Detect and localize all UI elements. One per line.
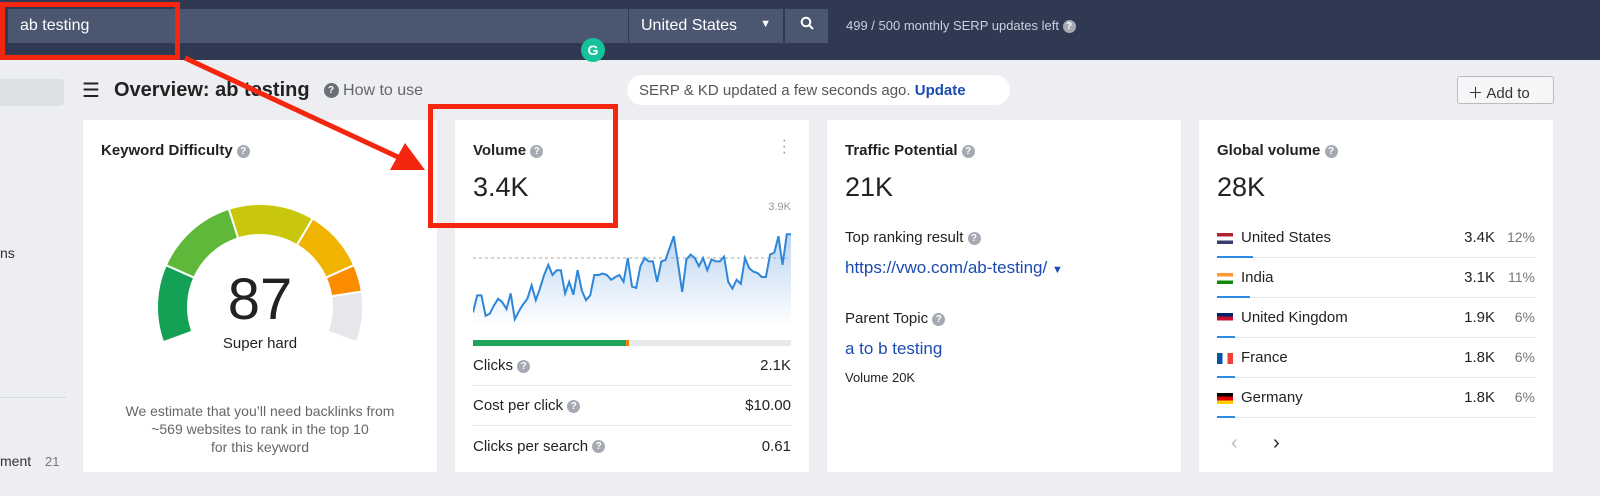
annotation-arrow xyxy=(183,55,425,170)
